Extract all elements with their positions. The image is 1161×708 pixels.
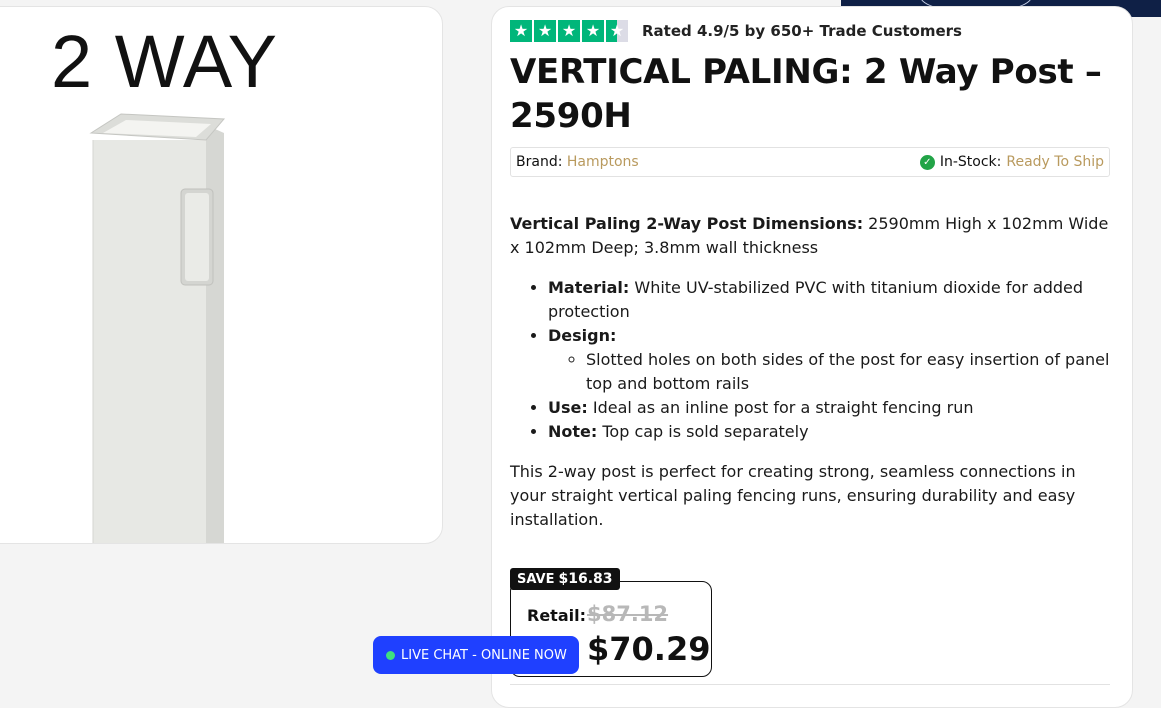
feature-text: Ideal as an inline post for a straight f… [587, 398, 974, 417]
stock-value: Ready To Ship [1006, 154, 1104, 170]
brand-info: Brand: Hamptons [516, 154, 639, 170]
feature-label: Design: [548, 326, 617, 345]
design-sublist: Slotted holes on both sides of the post … [548, 348, 1115, 396]
product-image-card[interactable]: 2 WAY [0, 6, 443, 544]
feature-list: Material: White UV-stabilized PVC with t… [510, 276, 1115, 444]
sublist-item: Slotted holes on both sides of the post … [586, 348, 1115, 396]
star-icon: ★ [510, 20, 532, 42]
product-description: Vertical Paling 2-Way Post Dimensions: 2… [510, 212, 1115, 532]
retail-price: $87.12 [587, 602, 669, 626]
save-badge: SAVE $16.83 [510, 568, 620, 590]
product-title: VERTICAL PALING: 2 Way Post – 2590H [510, 52, 1102, 136]
rating-text: Rated 4.9/5 by 650+ Trade Customers [642, 22, 962, 40]
feature-label: Note: [548, 422, 598, 441]
divider [510, 684, 1110, 685]
list-item: Material: White UV-stabilized PVC with t… [548, 276, 1115, 324]
save-label: SAVE [517, 572, 555, 587]
brand-link[interactable]: Hamptons [567, 154, 639, 170]
brand-label: Brand: [516, 154, 563, 170]
feature-label: Use: [548, 398, 588, 417]
half-star-icon: ★ [606, 20, 628, 42]
star-icon: ★ [558, 20, 580, 42]
list-item: Note: Top cap is sold separately [548, 420, 1115, 444]
list-item: Design: Slotted holes on both sides of t… [548, 324, 1115, 396]
live-chat-button[interactable]: LIVE CHAT - ONLINE NOW [373, 636, 579, 674]
closing-paragraph: This 2-way post is perfect for creating … [510, 462, 1076, 529]
star-rating: ★ ★ ★ ★ ★ [510, 20, 628, 42]
retail-label: Retail: [527, 606, 586, 625]
feature-label: Material: [548, 278, 630, 297]
stock-label: In-Stock: [939, 154, 1002, 170]
save-amount: $16.83 [558, 571, 613, 587]
feature-text: Top cap is sold separately [597, 422, 809, 441]
trustpilot-rating[interactable]: ★ ★ ★ ★ ★ Rated 4.9/5 by 650+ Trade Cust… [510, 20, 962, 42]
image-caption: 2 WAY [51, 20, 279, 103]
brand-stock-row: Brand: Hamptons ✓ In-Stock: Ready To Shi… [510, 147, 1110, 177]
list-item: Use: Ideal as an inline post for a strai… [548, 396, 1115, 420]
live-chat-label: LIVE CHAT - ONLINE NOW [401, 647, 567, 663]
dimensions-paragraph: Vertical Paling 2-Way Post Dimensions: 2… [510, 212, 1115, 260]
dimensions-label: Vertical Paling 2-Way Post Dimensions: [510, 214, 864, 233]
stock-status: ✓ In-Stock: Ready To Ship [919, 154, 1104, 170]
check-circle-icon: ✓ [919, 154, 935, 170]
sale-price: $70.29 [587, 630, 711, 668]
feature-text: White UV-stabilized PVC with titanium di… [548, 278, 1084, 321]
online-status-icon [386, 650, 395, 660]
star-icon: ★ [534, 20, 556, 42]
star-icon: ★ [582, 20, 604, 42]
